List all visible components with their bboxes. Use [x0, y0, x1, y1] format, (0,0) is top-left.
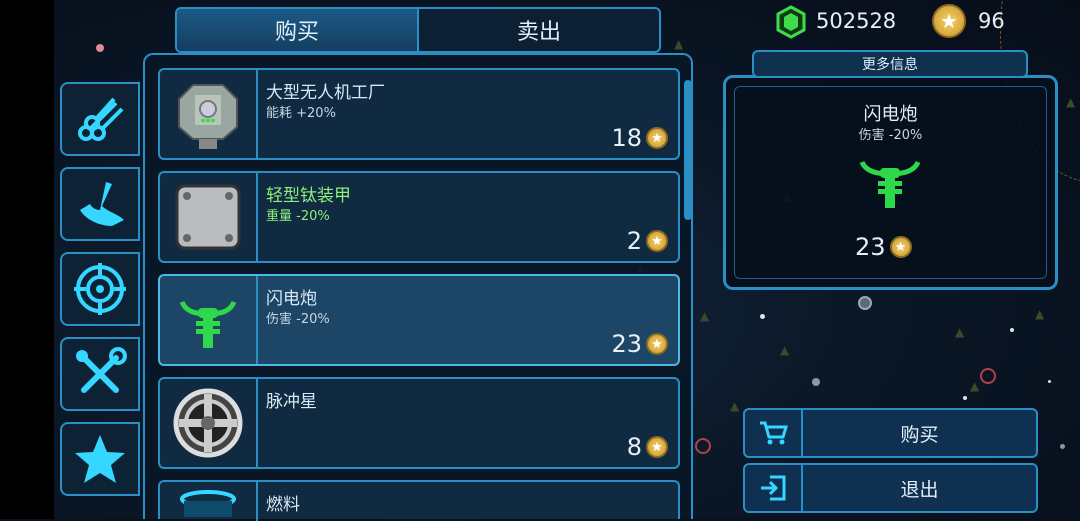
category-hook-button[interactable]	[60, 167, 140, 241]
stars-value: 96	[978, 9, 1005, 33]
drone-factory-icon	[178, 84, 238, 149]
cart-icon	[745, 410, 803, 456]
coin-icon: ★	[889, 236, 912, 258]
item-stat: 重量 -20%	[266, 209, 330, 224]
lightning-cannon-icon	[179, 300, 237, 348]
item-name: 脉冲星	[266, 392, 317, 412]
info-item-name: 闪电炮	[863, 104, 918, 125]
target-icon	[74, 263, 126, 315]
more-info-header: 更多信息	[752, 50, 1028, 78]
titanium-armor-icon	[175, 184, 241, 250]
cables-icon	[78, 97, 124, 141]
list-item-pulsar[interactable]: 脉冲星 8 ★	[158, 377, 680, 469]
item-stat: 伤害 -20%	[266, 312, 330, 327]
list-item-drone-factory[interactable]: 大型无人机工厂 能耗 +20% 18 ★	[158, 68, 680, 160]
category-target-button[interactable]	[60, 252, 140, 326]
item-name: 轻型钛装甲	[266, 186, 351, 206]
item-price: 2 ★	[627, 227, 668, 255]
item-name: 闪电炮	[266, 289, 317, 309]
item-name: 大型无人机工厂	[266, 83, 385, 103]
coin-icon: ★	[646, 436, 668, 458]
star-icon	[75, 435, 125, 483]
fuel-icon	[180, 489, 236, 517]
hook-icon	[80, 182, 124, 226]
screen-edge-bar	[0, 0, 54, 519]
item-thumbnail	[160, 482, 258, 521]
info-item-stat: 伤害 -20%	[858, 128, 923, 143]
tools-icon	[76, 347, 127, 393]
coin-icon: ★	[646, 127, 668, 149]
pulsar-icon	[173, 388, 243, 458]
tab-buy[interactable]: 购买	[177, 9, 419, 51]
item-price: 18 ★	[611, 124, 668, 152]
exit-button-label: 退出	[900, 478, 939, 501]
info-lightning-cannon-icon	[859, 160, 921, 208]
list-item-titanium-armor[interactable]: 轻型钛装甲 重量 -20% 2 ★	[158, 171, 680, 263]
star-currency: ★	[932, 4, 966, 38]
info-price: 23 ★	[855, 233, 912, 261]
exit-button[interactable]: 退出	[743, 463, 1038, 513]
info-price-value: 23	[855, 233, 886, 261]
item-thumbnail	[160, 276, 258, 364]
item-thumbnail	[160, 173, 258, 261]
item-price: 8 ★	[627, 433, 668, 461]
list-item-lightning-cannon[interactable]: 闪电炮 伤害 -20% 23 ★	[158, 274, 680, 366]
category-tools-button[interactable]	[60, 337, 140, 411]
list-item-fuel[interactable]: 燃料	[158, 480, 680, 521]
category-star-button[interactable]	[60, 422, 140, 496]
star-coin-icon: ★	[932, 4, 966, 38]
list-scrollbar[interactable]	[684, 80, 692, 220]
buy-button[interactable]: 购买	[743, 408, 1038, 458]
exit-icon	[745, 465, 803, 511]
price-value: 8	[626, 433, 642, 461]
coin-icon: ★	[646, 230, 668, 252]
crystal-icon	[776, 5, 806, 39]
item-thumbnail	[160, 379, 258, 467]
buy-button-label: 购买	[900, 423, 939, 446]
item-stat: 能耗 +20%	[266, 106, 336, 121]
category-cables-button[interactable]	[60, 82, 140, 156]
item-price: 23 ★	[611, 330, 668, 358]
coin-icon: ★	[646, 333, 668, 355]
buy-sell-tabs: 购买 卖出	[175, 7, 661, 53]
item-name: 燃料	[266, 495, 300, 515]
price-value: 18	[611, 124, 642, 152]
item-thumbnail	[160, 70, 258, 158]
price-value: 2	[626, 227, 642, 255]
tab-sell[interactable]: 卖出	[419, 9, 659, 51]
price-value: 23	[611, 330, 642, 358]
credits-value: 502528	[816, 9, 897, 33]
